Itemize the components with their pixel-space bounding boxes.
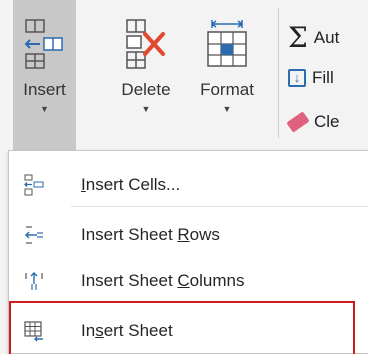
delete-button[interactable]: Delete ▼ [104,0,188,150]
format-label: Format [200,80,254,99]
menu-item-label: Insert Sheet Rows [81,225,220,244]
fill-down-icon: ↓ [288,69,306,87]
menu-separator [71,206,368,207]
chevron-down-icon: ▼ [141,104,151,114]
format-button[interactable]: Format ▼ [185,0,269,150]
ribbon-cells-group: Insert ▼ Delete ▼ Format ▼ Σ Aut ↓ Fill … [0,0,368,150]
format-cells-icon [200,18,254,70]
autosum-button[interactable]: Σ Aut [288,24,339,52]
menu-item-insert-cells[interactable]: Insert Cells... [9,163,368,207]
insert-dropdown-menu: Insert Cells... Insert Sheet Rows Insert… [8,150,368,354]
chevron-down-icon: ▼ [222,104,232,114]
sigma-icon: Σ [288,21,308,54]
insert-label: Insert [23,80,66,99]
ribbon-divider [278,8,279,138]
insert-cells-icon [18,18,72,70]
menu-item-label: Insert Sheet Columns [81,271,245,290]
insert-columns-icon [23,270,45,292]
insert-button[interactable]: Insert ▼ [13,0,76,150]
menu-item-insert-sheet-rows[interactable]: Insert Sheet Rows [9,213,368,257]
menu-item-label: Insert Cells... [81,175,181,194]
highlight-box [9,301,355,354]
clear-button[interactable]: Cle [286,111,340,133]
menu-item-insert-sheet-columns[interactable]: Insert Sheet Columns [9,259,368,303]
eraser-icon [286,111,310,133]
delete-cells-icon [119,18,173,70]
delete-label: Delete [121,80,171,99]
insert-cells-icon [23,174,45,196]
autosum-label: Aut [313,28,340,47]
insert-rows-icon [23,224,45,246]
chevron-down-icon: ▼ [40,104,49,114]
fill-button[interactable]: ↓ Fill [288,68,334,88]
fill-label: Fill [312,68,334,87]
clear-label: Cle [314,112,340,131]
